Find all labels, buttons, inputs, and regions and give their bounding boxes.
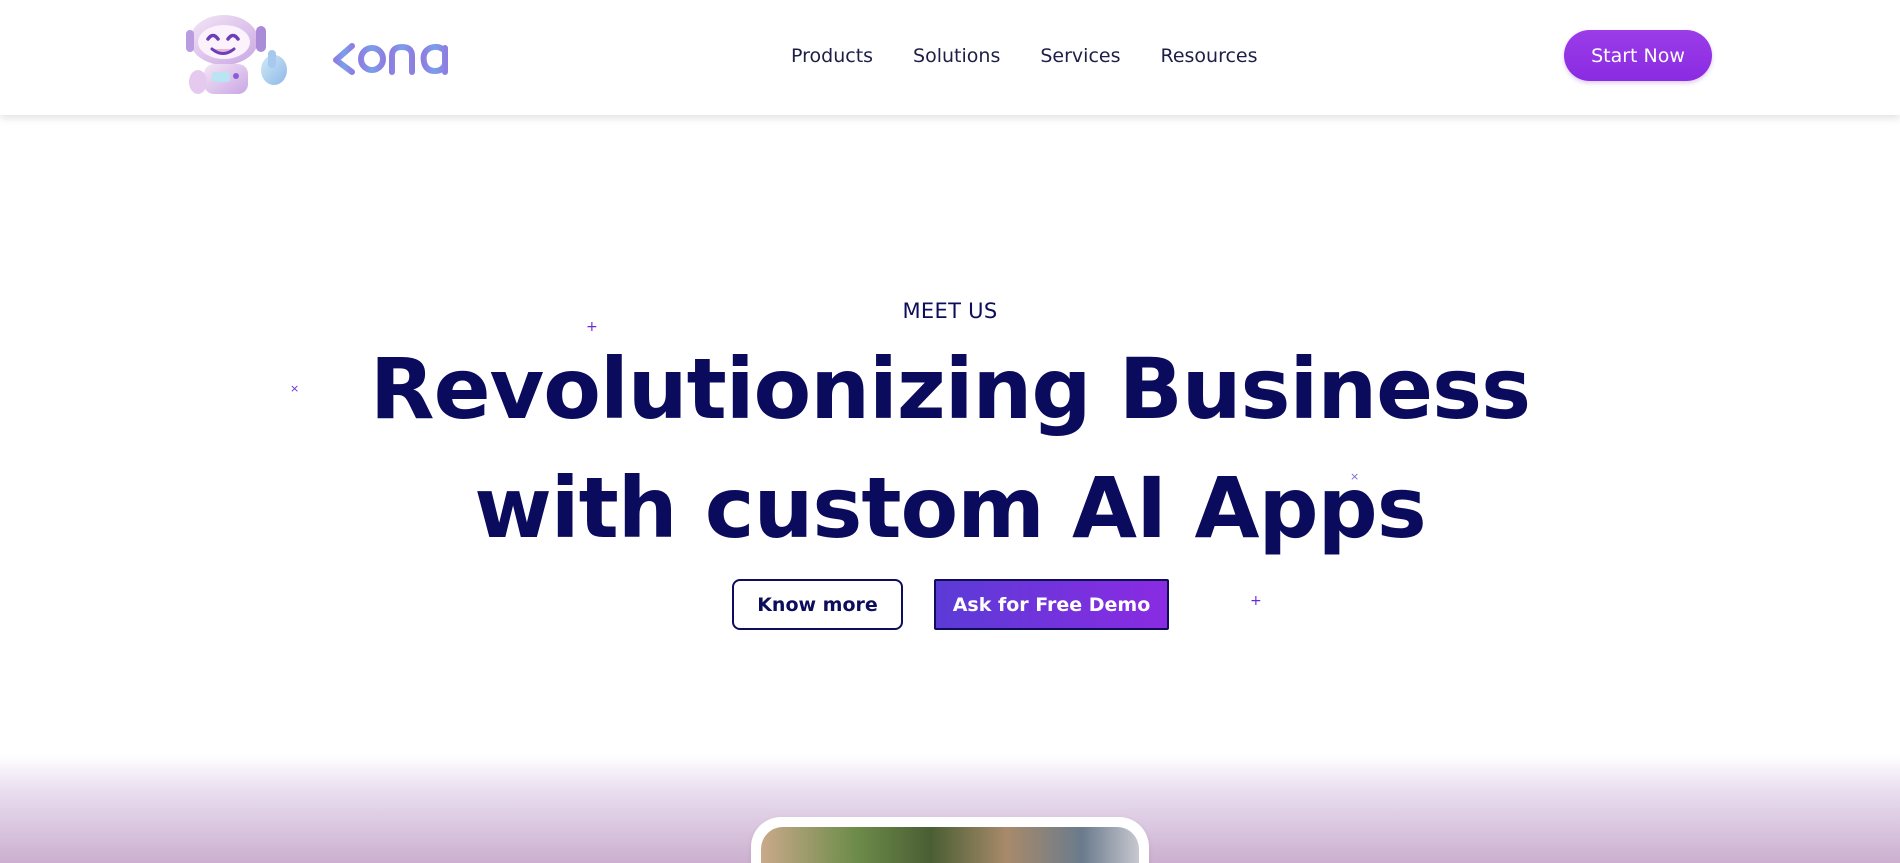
sparkle-icon: + bbox=[1250, 593, 1262, 609]
site-header: Products Solutions Services Resources St… bbox=[0, 0, 1900, 115]
hero-title-line-1: Revolutionizing Business bbox=[369, 340, 1531, 438]
preview-card bbox=[751, 817, 1149, 863]
nav-services[interactable]: Services bbox=[1040, 44, 1120, 68]
nav-products[interactable]: Products bbox=[791, 44, 873, 68]
know-more-button[interactable]: Know more bbox=[732, 579, 903, 630]
hero-eyebrow: MEET US bbox=[902, 299, 998, 323]
robot-mascot-icon[interactable] bbox=[186, 12, 298, 98]
team-photo-image bbox=[761, 827, 1139, 863]
main-nav: Products Solutions Services Resources bbox=[791, 44, 1258, 68]
hero-title: Revolutionizing Business with custom AI … bbox=[0, 330, 1900, 568]
hero-title-line-2: with custom AI Apps bbox=[474, 459, 1427, 557]
nav-resources[interactable]: Resources bbox=[1160, 44, 1257, 68]
free-demo-button[interactable]: Ask for Free Demo bbox=[934, 579, 1169, 630]
kona-logo[interactable] bbox=[326, 30, 460, 78]
start-now-button[interactable]: Start Now bbox=[1564, 30, 1712, 81]
hero-cta-row: Know more Ask for Free Demo bbox=[732, 579, 1169, 630]
nav-solutions[interactable]: Solutions bbox=[913, 44, 1000, 68]
